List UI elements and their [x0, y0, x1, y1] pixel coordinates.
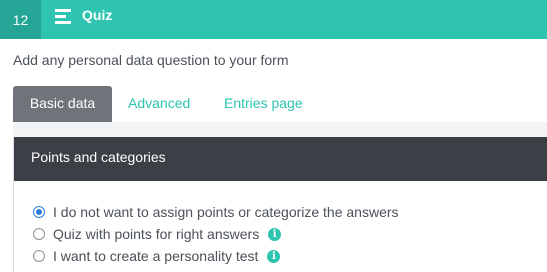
tab-content-strip: [13, 122, 547, 138]
list-lines-icon: [55, 9, 71, 24]
section-header: Points and categories: [14, 137, 547, 181]
scoring-options: I do not want to assign points or catego…: [33, 201, 399, 267]
form-subtitle: Add any personal data question to your f…: [13, 52, 289, 68]
tab-entries-page[interactable]: Entries page: [224, 86, 303, 122]
option-personality-test[interactable]: I want to create a personality test i: [33, 245, 399, 267]
info-icon[interactable]: i: [268, 227, 282, 241]
option-label: I do not want to assign points or catego…: [53, 204, 399, 220]
radio-button[interactable]: [33, 250, 45, 262]
option-label: Quiz with points for right answers: [53, 226, 260, 242]
option-quiz-points[interactable]: Quiz with points for right answers i: [33, 223, 399, 245]
option-no-points[interactable]: I do not want to assign points or catego…: [33, 201, 399, 223]
step-number: 12: [0, 0, 41, 39]
section-title: Points and categories: [31, 149, 166, 165]
info-icon[interactable]: i: [267, 249, 281, 263]
tab-basic-data[interactable]: Basic data: [13, 86, 112, 122]
tab-advanced[interactable]: Advanced: [128, 86, 190, 122]
top-bar: 12 Quiz: [0, 0, 547, 39]
radio-button[interactable]: [33, 206, 45, 218]
option-label: I want to create a personality test: [53, 248, 259, 264]
radio-button[interactable]: [33, 228, 45, 240]
points-categories-panel: Points and categories I do not want to a…: [13, 137, 547, 272]
page-title: Quiz: [82, 7, 113, 23]
